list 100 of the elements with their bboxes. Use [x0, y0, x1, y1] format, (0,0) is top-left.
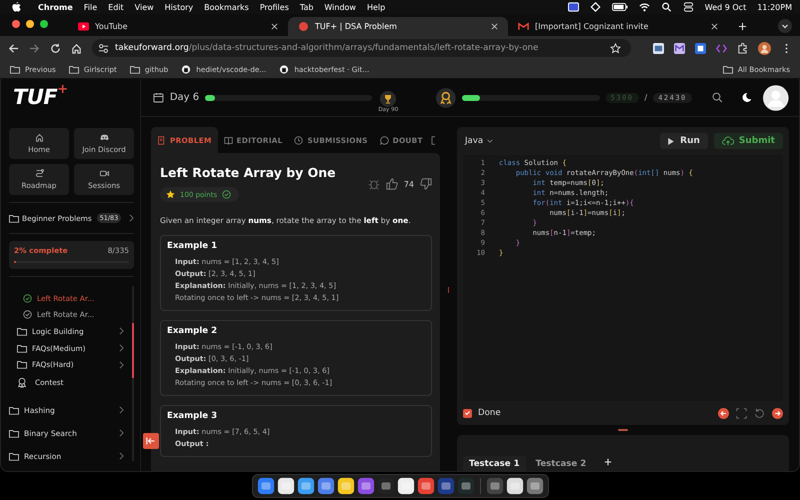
app-icon[interactable] — [316, 477, 334, 495]
arrow-right-circle-icon[interactable] — [772, 408, 783, 418]
example-title: Example 2 — [167, 326, 218, 336]
menu-item[interactable]: Window — [324, 2, 356, 12]
app-icon[interactable] — [506, 477, 524, 495]
testcase-tab[interactable]: Testcase 2 — [530, 456, 592, 471]
trophy-icon — [380, 91, 396, 107]
menu-item[interactable]: History — [164, 2, 194, 12]
app-icon[interactable] — [526, 477, 544, 495]
new-tab-icon[interactable] — [738, 22, 747, 31]
diamond-icon[interactable] — [590, 2, 601, 12]
video-camera-icon — [100, 169, 108, 178]
clock-icon — [294, 136, 304, 144]
folder-icon — [10, 64, 20, 74]
menu-item[interactable]: File — [84, 2, 98, 12]
extension-icon[interactable] — [653, 42, 664, 54]
folder-icon — [130, 64, 140, 74]
add-icon[interactable] — [604, 458, 612, 466]
chevron-right-icon — [119, 406, 124, 414]
run-button[interactable]: Run — [660, 133, 708, 149]
close-icon[interactable] — [271, 23, 278, 30]
zoom-window-button[interactable] — [40, 20, 48, 28]
route-icon — [34, 169, 44, 178]
cat-silhouette-icon — [181, 64, 192, 74]
mail-logo-icon — [518, 22, 529, 31]
menu-item[interactable]: Profiles — [260, 2, 289, 12]
moon-icon[interactable] — [740, 92, 752, 103]
wifi-icon[interactable] — [638, 2, 650, 12]
cloud-upload-icon — [722, 136, 734, 146]
extension-icon[interactable] — [674, 42, 685, 54]
play-logo-icon — [78, 22, 89, 31]
menu-item[interactable]: Help — [366, 2, 386, 12]
reload-icon[interactable] — [50, 42, 61, 54]
resize-handle[interactable] — [618, 429, 628, 431]
close-icon[interactable] — [711, 23, 718, 30]
document-icon — [157, 136, 166, 144]
folder-icon — [9, 406, 19, 415]
checkbox[interactable] — [463, 408, 472, 418]
cat-silhouette-icon — [279, 64, 290, 74]
testcase-tab[interactable]: Testcase 1 — [463, 456, 526, 471]
app-icon[interactable] — [356, 477, 374, 495]
screen-icon[interactable] — [568, 2, 579, 12]
search-icon[interactable] — [712, 92, 723, 103]
menu-item[interactable]: Tab — [300, 2, 314, 12]
done-checkbox[interactable]: Done — [463, 408, 501, 418]
home-icon[interactable] — [71, 42, 82, 54]
app-icon[interactable] — [256, 477, 274, 495]
game-controller-icon — [100, 133, 108, 142]
back-icon[interactable] — [8, 42, 19, 54]
avatar-icon[interactable] — [763, 84, 789, 110]
menu-item[interactable]: Bookmarks — [204, 2, 249, 12]
language-dropdown[interactable]: Java — [463, 136, 496, 146]
browser-tab[interactable]: YouTube — [68, 17, 288, 36]
browser-tab[interactable]: [Important] Cognizant invite — [508, 17, 728, 36]
arrow-left-circle-icon[interactable] — [718, 408, 729, 418]
menu-item[interactable]: View — [134, 2, 154, 12]
menu-date: Wed 9 Oct — [704, 2, 746, 12]
app-icon[interactable] — [276, 477, 294, 495]
profile-avatar-icon[interactable] — [758, 42, 771, 54]
arrow-left-bar-icon — [146, 436, 156, 446]
chevron-right-icon — [129, 214, 134, 222]
close-icon[interactable] — [491, 23, 498, 30]
extension-icon[interactable] — [695, 42, 706, 54]
menu-item[interactable]: Chrome — [38, 2, 73, 12]
app-icon[interactable] — [396, 477, 414, 495]
chevron-right-icon — [119, 452, 124, 460]
tab-icon[interactable] — [430, 136, 436, 144]
badge-icon[interactable] — [436, 88, 456, 108]
control-center-icon[interactable] — [682, 2, 694, 12]
site-settings-icon[interactable] — [98, 42, 109, 54]
problem-title: Left Rotate Array by One — [160, 165, 336, 180]
collapse-sidebar-button[interactable] — [143, 433, 159, 449]
app-icon[interactable] — [296, 477, 314, 495]
app-icon[interactable] — [336, 477, 354, 495]
star-icon[interactable] — [610, 42, 621, 54]
close-window-button[interactable] — [12, 20, 20, 28]
forward-icon[interactable] — [29, 42, 40, 54]
browser-tab[interactable]: TUF+ | DSA Problem — [288, 17, 508, 36]
folder-icon — [722, 64, 733, 74]
book-icon — [224, 136, 233, 144]
menu-time: 11:20PM — [757, 2, 792, 12]
search-icon[interactable] — [660, 2, 672, 12]
xp-separator: / — [644, 93, 648, 102]
logo[interactable]: TUF$^{+}$ — [13, 87, 134, 108]
minimize-window-button[interactable] — [26, 20, 34, 28]
submit-button[interactable]: Submit — [714, 133, 783, 149]
chevron-right-icon — [119, 429, 124, 438]
menu-item[interactable]: Edit — [108, 2, 124, 12]
bug-icon[interactable] — [368, 178, 380, 190]
puzzle-icon[interactable] — [737, 42, 748, 54]
apple-icon[interactable] — [12, 2, 21, 12]
chevron-down-icon[interactable] — [778, 19, 792, 33]
app-icon[interactable] — [416, 477, 434, 495]
scrollbar-thumb[interactable] — [132, 323, 134, 378]
thumbs-up-icon[interactable] — [386, 178, 398, 190]
fullscreen-icon[interactable] — [736, 408, 747, 418]
reset-icon[interactable] — [754, 408, 765, 418]
calendar-icon — [153, 92, 164, 103]
thumbs-down-icon[interactable] — [420, 178, 432, 190]
address-field[interactable]: takeuforward.org/plus/data-structures-and-algorithm/arrays/fundamentals/left-rotate-array-by-one — [92, 39, 631, 57]
